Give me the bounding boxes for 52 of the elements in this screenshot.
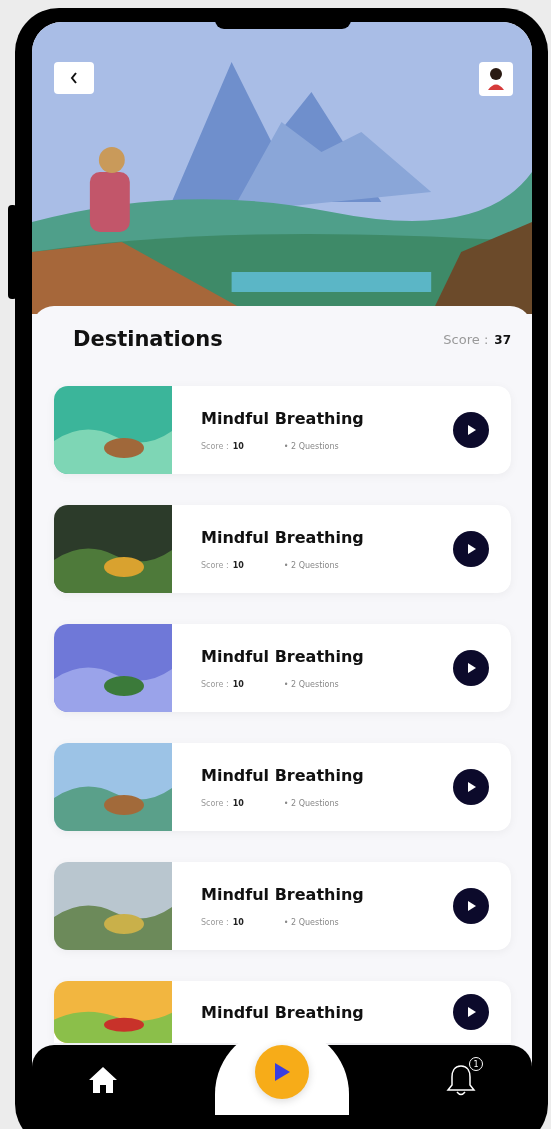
play-icon	[466, 544, 476, 554]
question-count: • 2 Questions	[283, 561, 339, 570]
card-title: Mindful Breathing	[201, 409, 365, 428]
card-score-label: Score :	[201, 680, 229, 689]
destination-card[interactable]: Mindful Breathing Score : 10 • 2 Questions	[54, 505, 511, 593]
play-icon	[466, 901, 476, 911]
card-title: Mindful Breathing	[201, 766, 365, 785]
question-count: • 2 Questions	[283, 799, 339, 808]
card-score-value: 10	[232, 680, 244, 689]
play-icon	[466, 663, 476, 673]
destination-card[interactable]: Mindful Breathing Score : 10 • 2 Questions	[54, 624, 511, 712]
play-button[interactable]	[453, 994, 489, 1030]
destination-card[interactable]: Mindful Breathing Score : 10 • 2 Questions	[54, 862, 511, 950]
card-score-value: 10	[232, 799, 244, 808]
back-chevron-icon	[70, 72, 78, 84]
card-score-label: Score :	[201, 799, 229, 808]
notifications-button[interactable]	[446, 1063, 476, 1097]
avatar-icon	[486, 67, 506, 91]
card-score-label: Score :	[201, 918, 229, 927]
play-button[interactable]	[453, 650, 489, 686]
play-icon	[466, 425, 476, 435]
play-button[interactable]	[453, 412, 489, 448]
avatar-button[interactable]	[479, 62, 513, 96]
play-icon	[466, 782, 476, 792]
question-count: • 2 Questions	[283, 918, 339, 927]
card-title: Mindful Breathing	[201, 885, 365, 904]
card-title: Mindful Breathing	[201, 1003, 365, 1022]
question-count: • 2 Questions	[283, 680, 339, 689]
play-button[interactable]	[453, 888, 489, 924]
score-label: Score :	[443, 331, 489, 347]
section-title: Destinations	[73, 327, 223, 351]
card-score-value: 10	[232, 561, 244, 570]
play-button[interactable]	[453, 531, 489, 567]
destination-card[interactable]: Mindful Breathing Score : 10 • 2 Questions	[54, 386, 511, 474]
card-score-label: Score :	[201, 561, 229, 570]
notification-badge: 1	[469, 1057, 483, 1071]
bell-icon	[446, 1063, 476, 1097]
card-score-label: Score :	[201, 442, 229, 451]
play-button[interactable]	[453, 769, 489, 805]
question-count: • 2 Questions	[283, 442, 339, 451]
play-icon	[274, 1063, 290, 1081]
card-title: Mindful Breathing	[201, 528, 365, 547]
card-title: Mindful Breathing	[201, 647, 365, 666]
card-score-value: 10	[232, 918, 244, 927]
score-value: 37	[494, 332, 511, 347]
destination-card[interactable]: Mindful Breathing Score : 10 • 2 Questions	[54, 743, 511, 831]
home-button[interactable]	[88, 1066, 118, 1094]
play-icon	[466, 1007, 476, 1017]
home-icon	[88, 1066, 118, 1094]
destination-card[interactable]: Mindful Breathing	[54, 981, 511, 1043]
card-score-value: 10	[232, 442, 244, 451]
center-play-button[interactable]	[255, 1045, 309, 1099]
